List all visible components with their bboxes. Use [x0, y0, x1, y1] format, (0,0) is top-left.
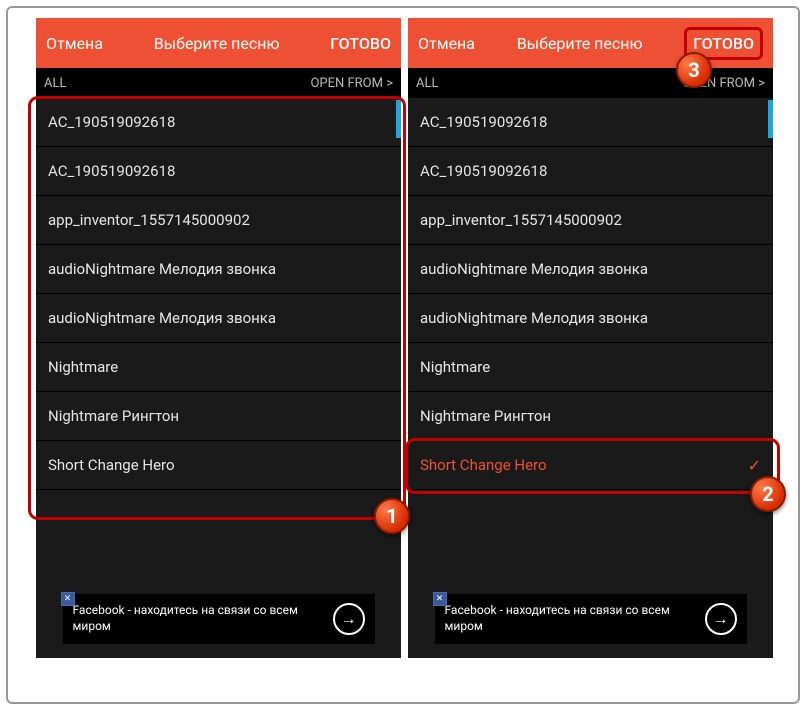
open-from-button[interactable]: OPEN FROM >	[310, 76, 393, 91]
list-item[interactable]: Nightmare Рингтон	[36, 392, 401, 441]
list-item[interactable]: app_inventor_1557145000902	[36, 196, 401, 245]
ad-text: Facebook - находитесь на связи со всем м…	[445, 603, 697, 634]
header-bar: Отмена Выберите песню ГОТОВО	[36, 18, 401, 68]
phone-screen-right: Отмена Выберите песню ГОТОВО ALL OPEN FR…	[408, 18, 773, 658]
list-item[interactable]: audioNightmare Мелодия звонка	[408, 245, 773, 294]
cancel-button[interactable]: Отмена	[46, 34, 103, 53]
list-item[interactable]: Nightmare	[408, 343, 773, 392]
arrow-right-icon[interactable]: →	[333, 603, 365, 635]
header-title: Выберите песню	[517, 34, 643, 53]
list-item[interactable]: Nightmare	[36, 343, 401, 392]
filter-bar: ALL OPEN FROM >	[408, 68, 773, 98]
ad-banner[interactable]: ✕ Facebook - находитесь на связи со всем…	[63, 594, 375, 644]
done-button[interactable]: ГОТОВО	[330, 34, 391, 53]
scroll-indicator[interactable]	[396, 100, 401, 138]
list-item[interactable]: audioNightmare Мелодия звонка	[408, 294, 773, 343]
filter-all[interactable]: ALL	[416, 76, 438, 91]
list-item[interactable]: AC_190519092618	[36, 98, 401, 147]
arrow-right-icon[interactable]: →	[705, 603, 737, 635]
ad-text: Facebook - находитесь на связи со всем м…	[73, 603, 325, 634]
list-item[interactable]: Nightmare Рингтон	[408, 392, 773, 441]
song-list: AC_190519092618 AC_190519092618 app_inve…	[36, 98, 401, 490]
list-item-selected[interactable]: Short Change Hero ✓	[408, 441, 773, 490]
step-badge-1: 1	[374, 498, 410, 534]
song-list: AC_190519092618 AC_190519092618 app_inve…	[408, 98, 773, 490]
list-item[interactable]: Short Change Hero	[36, 441, 401, 490]
ad-banner[interactable]: ✕ Facebook - находитесь на связи со всем…	[435, 594, 747, 644]
list-item[interactable]: audioNightmare Мелодия звонка	[36, 294, 401, 343]
ad-close-icon[interactable]: ✕	[433, 592, 447, 606]
list-item[interactable]: AC_190519092618	[408, 98, 773, 147]
step-badge-3: 3	[676, 52, 712, 88]
filter-all[interactable]: ALL	[44, 76, 66, 91]
list-item-label: Short Change Hero	[420, 456, 547, 474]
list-item[interactable]: AC_190519092618	[36, 147, 401, 196]
filter-bar: ALL OPEN FROM >	[36, 68, 401, 98]
list-item[interactable]: audioNightmare Мелодия звонка	[36, 245, 401, 294]
scroll-indicator[interactable]	[768, 100, 773, 138]
cancel-button[interactable]: Отмена	[418, 34, 475, 53]
checkmark-icon: ✓	[748, 456, 761, 475]
phone-screen-left: Отмена Выберите песню ГОТОВО ALL OPEN FR…	[36, 18, 401, 658]
ad-close-icon[interactable]: ✕	[61, 592, 75, 606]
step-badge-2: 2	[750, 476, 786, 512]
list-item[interactable]: AC_190519092618	[408, 147, 773, 196]
list-item[interactable]: app_inventor_1557145000902	[408, 196, 773, 245]
header-title: Выберите песню	[154, 34, 280, 53]
header-bar: Отмена Выберите песню ГОТОВО	[408, 18, 773, 68]
